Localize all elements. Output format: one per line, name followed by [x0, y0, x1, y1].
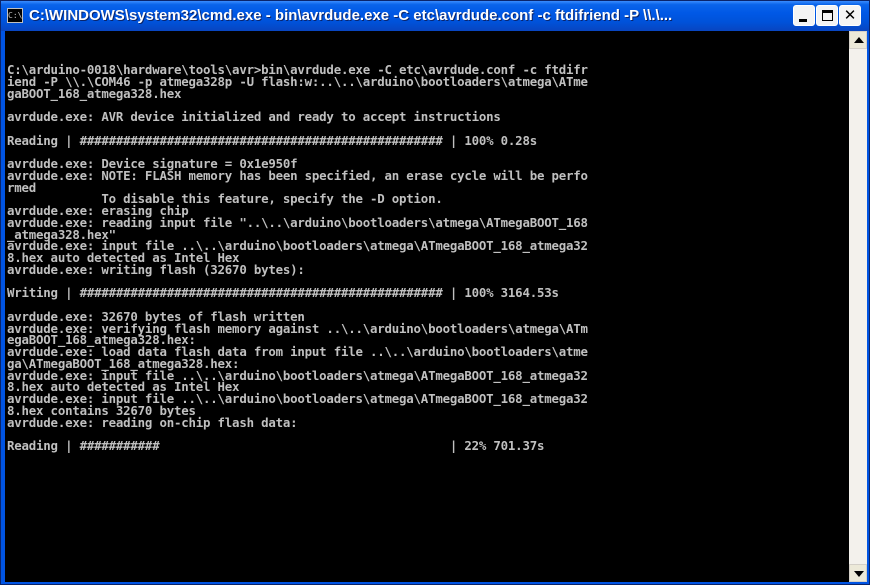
- vertical-scrollbar[interactable]: [849, 31, 867, 582]
- console-text: C:\arduino-0018\hardware\tools\avr>bin\a…: [5, 31, 849, 452]
- minimize-button[interactable]: [793, 5, 815, 26]
- close-button[interactable]: ✕: [839, 5, 861, 26]
- cmd-window: C:\ C:\WINDOWS\system32\cmd.exe - bin\av…: [0, 0, 870, 585]
- title-bar[interactable]: C:\ C:\WINDOWS\system32\cmd.exe - bin\av…: [1, 1, 869, 31]
- close-icon: ✕: [843, 6, 857, 24]
- console-output[interactable]: C:\arduino-0018\hardware\tools\avr>bin\a…: [5, 31, 849, 582]
- console-line: avrdude.exe: NOTE: FLASH memory has been…: [7, 167, 588, 183]
- console-line: gaBOOT_168_atmega328.hex: [7, 85, 182, 101]
- scroll-down-arrow-icon: [854, 571, 864, 577]
- console-line: avrdude.exe: writing flash (32670 bytes)…: [7, 261, 305, 277]
- console-line: Reading | ##############################…: [7, 132, 537, 148]
- console-line: Writing | ##############################…: [7, 285, 559, 301]
- maximize-icon: [822, 10, 833, 21]
- window-title: C:\WINDOWS\system32\cmd.exe - bin\avrdud…: [29, 7, 673, 24]
- console-line: avrdude.exe: AVR device initialized and …: [7, 109, 501, 124]
- scroll-track[interactable]: [849, 49, 867, 564]
- scroll-down-button[interactable]: [849, 564, 867, 582]
- console-line: Reading | ########### | 22% 701.37s: [7, 438, 545, 453]
- maximize-button[interactable]: [816, 5, 838, 26]
- scroll-up-arrow-icon: [854, 37, 864, 43]
- scroll-up-button[interactable]: [849, 31, 867, 49]
- cmd-app-icon[interactable]: C:\: [7, 8, 23, 23]
- console-line: avrdude.exe: reading on-chip flash data:: [7, 414, 298, 430]
- minimize-icon: [799, 19, 807, 22]
